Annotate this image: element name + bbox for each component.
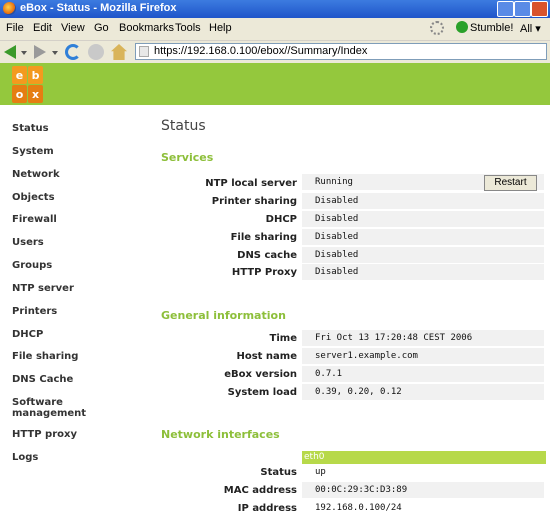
menu-edit[interactable]: Edit	[33, 22, 52, 34]
restart-button[interactable]: Restart	[484, 175, 537, 191]
all-dropdown[interactable]: All ▾	[520, 22, 541, 35]
firefox-icon	[3, 2, 16, 15]
info-label-host-name: Host name	[236, 351, 297, 362]
service-status-printer: Disabled	[302, 193, 544, 209]
stumble-label: Stumble!	[470, 22, 514, 34]
menu-tools[interactable]: Tools	[175, 22, 201, 34]
sidebar-item-software-management[interactable]: Software management	[12, 397, 92, 419]
forward-button[interactable]	[32, 44, 48, 60]
menu-view[interactable]: View	[61, 22, 85, 34]
stumble-button[interactable]: Stumble!	[456, 21, 513, 35]
info-label-ebox-version: eBox version	[224, 369, 297, 380]
general-info-heading: General information	[161, 309, 286, 322]
sidebar-item-dhcp[interactable]: DHCP	[12, 329, 122, 340]
all-label: All	[520, 23, 533, 35]
service-status-file-sharing: Disabled	[302, 229, 544, 245]
sidebar-item-dns-cache[interactable]: DNS Cache	[12, 374, 122, 385]
forward-arrow-icon	[34, 45, 46, 59]
service-label-dns-cache: DNS cache	[237, 250, 297, 261]
service-label-printer: Printer sharing	[211, 196, 297, 207]
sidebar-item-ntp-server[interactable]: NTP server	[12, 283, 122, 294]
sidebar-item-firewall[interactable]: Firewall	[12, 214, 122, 225]
services-heading: Services	[161, 151, 214, 164]
service-label-ntp: NTP local server	[205, 178, 297, 189]
page-title: Status	[161, 118, 206, 134]
navigation-toolbar: https://192.168.0.100/ebox//Summary/Inde…	[0, 41, 550, 64]
address-bar[interactable]: https://192.168.0.100/ebox//Summary/Inde…	[135, 43, 547, 60]
sidebar-item-status[interactable]: Status	[12, 123, 122, 134]
minimize-button[interactable]	[497, 1, 514, 17]
iface-value-status: up	[302, 464, 544, 480]
sidebar-item-printers[interactable]: Printers	[12, 306, 122, 317]
iface-label-status: Status	[260, 467, 297, 478]
menu-help[interactable]: Help	[209, 22, 232, 34]
iface-value-ip: 192.168.0.100/24	[302, 500, 544, 516]
menu-bar: File Edit View Go Bookmarks Tools Help S…	[0, 18, 550, 41]
info-value-time: Fri Oct 13 17:20:48 CEST 2006	[302, 330, 544, 346]
home-icon[interactable]	[111, 44, 127, 60]
sidebar-item-network[interactable]: Network	[12, 169, 122, 180]
close-button[interactable]	[531, 1, 548, 17]
sidebar: Status System Network Objects Firewall U…	[0, 105, 150, 522]
iface-label-mac: MAC address	[223, 485, 297, 496]
maximize-button[interactable]	[514, 1, 531, 17]
service-label-http-proxy: HTTP Proxy	[231, 267, 297, 278]
menu-go[interactable]: Go	[94, 22, 109, 34]
iface-value-mac: 00:0C:29:3C:D3:89	[302, 482, 544, 498]
sidebar-item-system[interactable]: System	[12, 146, 122, 157]
back-arrow-icon	[4, 45, 16, 59]
service-status-dns-cache: Disabled	[302, 247, 544, 263]
reload-icon[interactable]	[65, 44, 81, 60]
throbber-icon	[430, 21, 444, 35]
back-button[interactable]	[2, 44, 18, 60]
forward-history-dropdown[interactable]	[52, 51, 58, 55]
sidebar-item-groups[interactable]: Groups	[12, 260, 122, 271]
menu-file[interactable]: File	[6, 22, 24, 34]
info-value-ebox-version: 0.7.1	[302, 366, 544, 382]
window-title-bar: eBox - Status - Mozilla Firefox	[0, 0, 550, 18]
info-value-host-name: server1.example.com	[302, 348, 544, 364]
info-label-system-load: System load	[227, 387, 297, 398]
sidebar-item-http-proxy[interactable]: HTTP proxy	[12, 429, 122, 440]
back-history-dropdown[interactable]	[21, 51, 27, 55]
stumbleupon-icon	[456, 21, 468, 33]
sidebar-item-objects[interactable]: Objects	[12, 192, 122, 203]
service-label-dhcp: DHCP	[265, 214, 297, 225]
info-value-system-load: 0.39, 0.20, 0.12	[302, 384, 544, 400]
header-band	[0, 63, 550, 105]
window-title: eBox - Status - Mozilla Firefox	[20, 2, 177, 14]
page-icon	[139, 46, 149, 57]
menu-bookmarks[interactable]: Bookmarks	[119, 22, 174, 34]
service-label-file-sharing: File sharing	[230, 232, 297, 243]
sidebar-item-users[interactable]: Users	[12, 237, 122, 248]
sidebar-item-logs[interactable]: Logs	[12, 452, 122, 463]
sidebar-item-file-sharing[interactable]: File sharing	[12, 351, 122, 362]
interface-name: eth0	[302, 451, 546, 464]
info-label-time: Time	[269, 333, 297, 344]
network-interfaces-heading: Network interfaces	[161, 428, 280, 441]
stop-icon[interactable]	[88, 44, 104, 60]
ebox-logo: ebox	[12, 66, 43, 103]
service-status-http-proxy: Disabled	[302, 264, 544, 280]
iface-label-ip: IP address	[237, 503, 297, 514]
service-status-dhcp: Disabled	[302, 211, 544, 227]
url-text[interactable]: https://192.168.0.100/ebox//Summary/Inde…	[154, 45, 367, 57]
